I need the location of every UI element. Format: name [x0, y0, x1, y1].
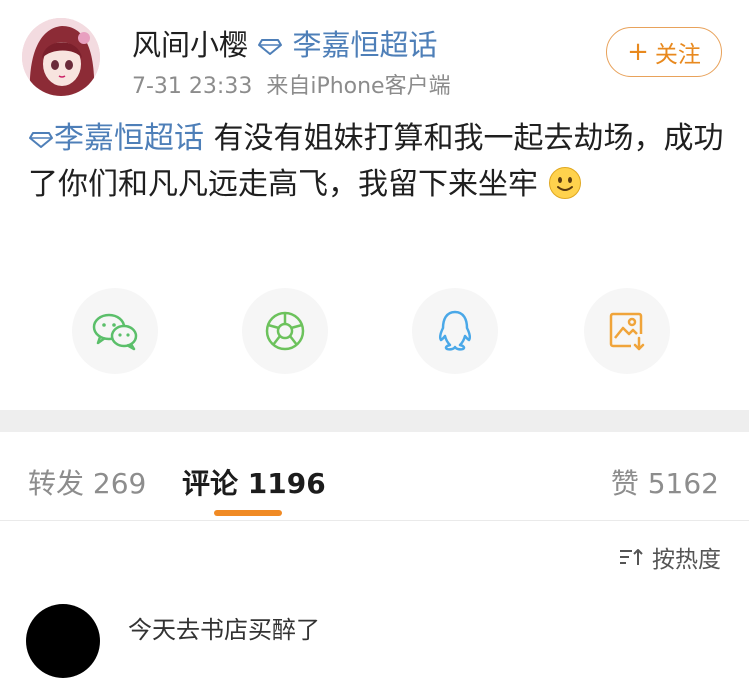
smile-emoji-icon	[548, 167, 581, 199]
super-topic-icon	[258, 39, 283, 55]
follow-label: 关注	[654, 42, 701, 68]
super-topic-icon	[29, 131, 53, 148]
post-source: 来自iPhone客户端	[266, 74, 451, 99]
moments-icon	[265, 311, 305, 351]
share-row	[0, 288, 749, 378]
post-card: 风间小樱 李嘉恒超话 7-31 23:33 来自iPhone客户端 + 关注 李…	[0, 0, 749, 410]
username-line: 风间小樱 李嘉恒超话	[132, 22, 437, 64]
comment-count: 1196	[247, 467, 326, 500]
repost-label: 转发	[28, 467, 85, 500]
plus-icon: +	[627, 37, 649, 67]
comment-label: 评论	[182, 467, 239, 500]
content-topic-link[interactable]: 李嘉恒超话	[54, 121, 204, 156]
qq-icon	[438, 310, 472, 351]
comment-avatar[interactable]	[26, 604, 100, 678]
avatar[interactable]	[22, 18, 100, 96]
tab-likes[interactable]: 赞 5162	[611, 462, 719, 502]
interaction-tabs: 转发 269 评论 1196 赞 5162	[0, 432, 749, 520]
like-label: 赞	[610, 467, 639, 500]
username[interactable]: 风间小樱	[132, 28, 248, 62]
sort-icon	[620, 549, 643, 565]
comment-text: 今天去书店买醉了	[128, 616, 320, 644]
share-moments-button[interactable]	[242, 288, 328, 374]
wechat-icon	[92, 313, 138, 351]
active-tab-indicator	[214, 510, 282, 516]
post-content: 李嘉恒超话 有没有姐妹打算和我一起去劫场，成功了你们和凡凡远走高飞，我留下来坐牢	[28, 116, 728, 208]
timestamp: 7-31 23:33	[132, 74, 253, 99]
sort-by-hot-button[interactable]: 按热度	[618, 540, 721, 574]
follow-button[interactable]: + 关注	[606, 27, 722, 77]
sort-label: 按热度	[652, 547, 721, 573]
share-qq-button[interactable]	[412, 288, 498, 374]
divider	[0, 520, 749, 521]
topic-tag-link[interactable]: 李嘉恒超话	[292, 28, 437, 62]
share-wechat-button[interactable]	[72, 288, 158, 374]
repost-count: 269	[92, 467, 147, 500]
save-image-button[interactable]	[584, 288, 670, 374]
save-image-icon	[609, 312, 645, 351]
post-meta: 7-31 23:33 来自iPhone客户端	[132, 68, 451, 100]
like-count: 5162	[647, 467, 719, 500]
tab-repost[interactable]: 转发 269	[28, 462, 146, 502]
section-divider	[0, 410, 749, 432]
tab-comments[interactable]: 评论 1196	[182, 462, 326, 502]
